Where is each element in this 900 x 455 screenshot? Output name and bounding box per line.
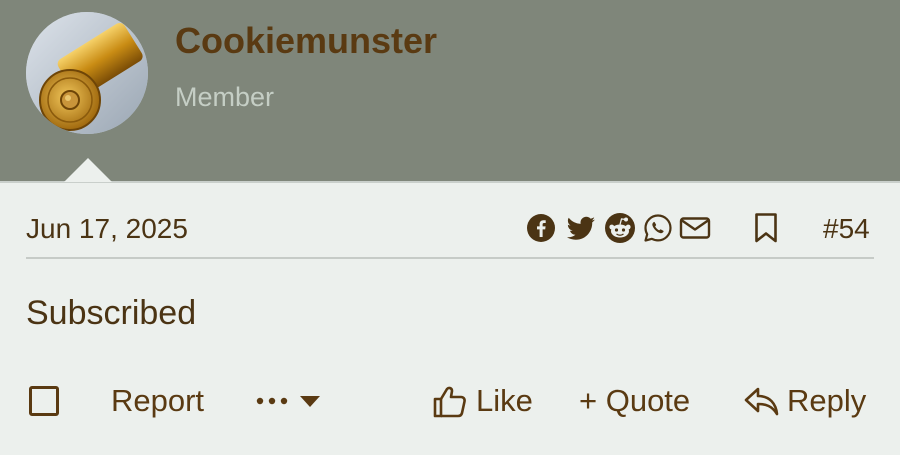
author-role: Member: [175, 82, 275, 112]
author-name[interactable]: Cookiemunster: [175, 20, 437, 62]
reply-button[interactable]: Reply: [787, 383, 866, 419]
post-number-link[interactable]: #54: [823, 213, 870, 245]
header-pointer: [64, 158, 112, 182]
brass-cartridge-avatar: [26, 12, 148, 134]
quote-button[interactable]: + Quote: [579, 383, 690, 419]
report-link[interactable]: Report: [111, 383, 204, 419]
reply-arrow-icon[interactable]: [744, 386, 780, 418]
select-checkbox[interactable]: [29, 386, 59, 416]
divider: [26, 257, 874, 259]
like-button[interactable]: Like: [476, 383, 533, 419]
whatsapp-icon[interactable]: [643, 212, 673, 244]
more-options-button[interactable]: [256, 388, 322, 416]
email-icon[interactable]: [679, 212, 711, 244]
post-body: Subscribed: [26, 294, 197, 332]
bookmark-icon[interactable]: [754, 212, 778, 244]
post-date[interactable]: Jun 17, 2025: [26, 213, 188, 245]
reddit-icon[interactable]: [604, 212, 636, 244]
facebook-icon[interactable]: [526, 212, 556, 244]
ellipsis-chevron-down-icon: [256, 396, 320, 407]
twitter-icon[interactable]: [565, 212, 597, 244]
avatar[interactable]: [26, 12, 148, 134]
post-author-header: Cookiemunster Member: [0, 0, 900, 183]
thumbs-up-icon[interactable]: [432, 384, 468, 420]
